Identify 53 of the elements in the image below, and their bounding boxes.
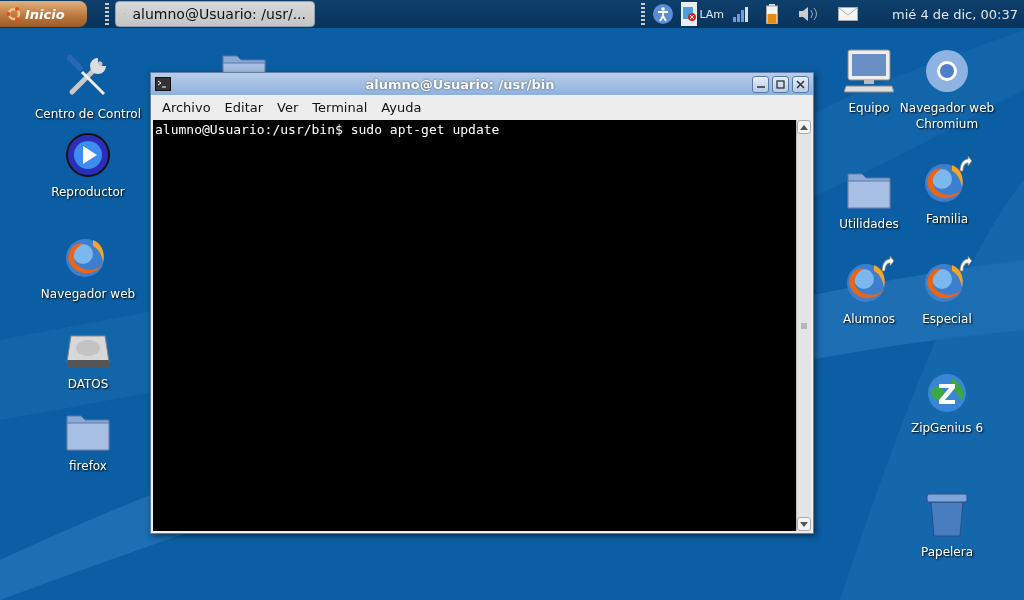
battery-icon[interactable] <box>766 4 779 24</box>
play-icon <box>65 132 111 178</box>
start-button[interactable]: Inicio <box>0 1 87 27</box>
menu-item[interactable]: Ver <box>270 100 306 115</box>
trash-icon <box>925 490 969 538</box>
folder-icon <box>65 412 111 452</box>
signal-bars-icon[interactable] <box>732 6 749 22</box>
maximize-button[interactable] <box>772 75 789 93</box>
grip-icon[interactable] <box>801 322 807 329</box>
minimize-icon <box>756 86 765 88</box>
accessibility-icon[interactable] <box>653 4 674 24</box>
desktop-icon-label[interactable]: Familia <box>925 211 969 227</box>
computer-icon <box>844 48 894 94</box>
desktop-icon-label[interactable]: Especial <box>922 311 972 327</box>
terminal-line: alumno@Usuario:/usr/bin$ sudo apt-get update <box>155 122 501 138</box>
desktop-icon-label[interactable]: DATOS <box>67 376 109 392</box>
desktop-icon-label[interactable]: ZipGenius 6 <box>910 420 984 436</box>
chromium-icon <box>924 48 970 94</box>
clock[interactable]: mié 4 de dic, 00:37 <box>892 6 1018 22</box>
menu-item[interactable]: Editar <box>217 100 271 115</box>
ubuntu-logo-icon <box>6 6 22 22</box>
scroll-down-icon[interactable] <box>797 517 811 531</box>
network-error-icon[interactable] <box>681 2 698 26</box>
close-icon <box>796 79 805 89</box>
desktop-icon-label[interactable]: Papelera <box>920 544 974 560</box>
menu-item[interactable]: Terminal <box>305 100 375 115</box>
folder-icon <box>846 170 892 210</box>
menu-item[interactable]: Ayuda <box>374 100 429 115</box>
desktop-icon-label[interactable]: Alumnos <box>842 311 895 327</box>
desktop-icon-label[interactable]: Utilidades <box>839 216 899 232</box>
scrollbar[interactable] <box>796 120 811 531</box>
firefox-shortcut-icon <box>922 155 972 205</box>
desktop-icon-label[interactable]: Navegador web <box>40 286 136 302</box>
hard-drive-icon <box>65 332 111 370</box>
desktop-icon-label[interactable]: Reproductor <box>51 184 125 200</box>
desktop-icon-label[interactable]: Centro de Control <box>34 106 142 122</box>
desktop-icon-label[interactable]: firefox <box>69 458 107 474</box>
desktop-icon-label[interactable]: Equipo <box>848 100 890 116</box>
taskbar-button[interactable]: alumno@Usuario: /usr/... <box>115 1 315 27</box>
minimize-button[interactable] <box>752 75 769 93</box>
maximize-icon <box>776 79 785 89</box>
panel-handle[interactable] <box>641 3 646 25</box>
network-label: LAm <box>699 7 725 21</box>
terminal-area[interactable]: alumno@Usuario:/usr/bin$ sudo apt-get update <box>153 120 811 531</box>
panel-handle[interactable] <box>105 3 109 25</box>
scroll-up-icon[interactable] <box>797 120 811 134</box>
globe-z-icon <box>926 372 968 414</box>
window-title: alumno@Usuario: /usr/bin <box>364 76 556 92</box>
firefox-shortcut-icon <box>922 255 972 305</box>
mail-icon[interactable] <box>838 7 859 21</box>
menu-item[interactable]: Archivo <box>155 100 218 115</box>
close-button[interactable] <box>792 75 809 93</box>
firefox-shortcut-icon <box>844 255 894 305</box>
